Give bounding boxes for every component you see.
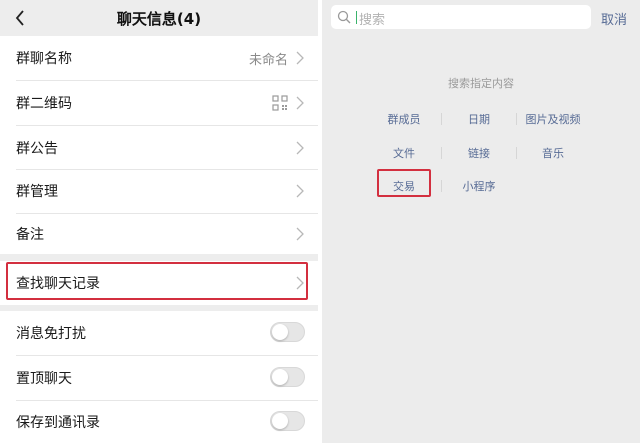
pin-label: 置顶聊天 — [16, 371, 72, 387]
management-row[interactable]: 群管理 — [0, 170, 318, 213]
chevron-right-icon — [296, 96, 304, 110]
category-music[interactable]: 音乐 — [528, 145, 578, 161]
category-links[interactable]: 链接 — [454, 145, 504, 161]
chevron-right-icon — [296, 51, 304, 65]
announcement-label: 群公告 — [16, 141, 58, 157]
mute-label: 消息免打扰 — [16, 326, 86, 342]
category-mini-programs[interactable]: 小程序 — [454, 178, 504, 194]
search-hint: 搜索指定内容 — [448, 77, 514, 90]
search-placeholder: 搜索 — [359, 13, 386, 28]
separator — [441, 147, 442, 159]
search-icon — [337, 10, 351, 24]
toggle-knob — [272, 413, 288, 429]
header: 聊天信息(4) — [0, 0, 318, 36]
qr-code-row[interactable]: 群二维码 — [0, 81, 318, 125]
group-name-row[interactable]: 群聊名称 未命名 — [0, 36, 318, 80]
mute-toggle[interactable] — [270, 322, 305, 342]
chat-info-panel: 聊天信息(4) 群聊名称 未命名 群二维码 群公告 群管理 备注 查找聊天记录 … — [0, 0, 318, 443]
toggle-knob — [272, 324, 288, 340]
pin-toggle[interactable] — [270, 367, 305, 387]
highlight-box — [6, 262, 308, 300]
chevron-right-icon — [296, 227, 304, 241]
save-contacts-toggle[interactable] — [270, 411, 305, 431]
chevron-right-icon — [296, 184, 304, 198]
chevron-right-icon — [296, 141, 304, 155]
save-contacts-label: 保存到通讯录 — [16, 415, 100, 431]
separator — [516, 113, 517, 125]
category-members[interactable]: 群成员 — [379, 111, 429, 127]
qr-code-label: 群二维码 — [16, 96, 72, 112]
remark-label: 备注 — [16, 227, 44, 243]
qr-code-icon — [272, 95, 288, 111]
remark-row[interactable]: 备注 — [0, 214, 318, 254]
group-name-label: 群聊名称 — [16, 51, 72, 67]
category-files[interactable]: 文件 — [379, 145, 429, 161]
search-input[interactable]: 搜索 — [331, 5, 591, 29]
search-panel: 搜索 取消 搜索指定内容 群成员 日期 图片及视频 文件 链接 音乐 交易 小程… — [322, 0, 640, 443]
toggle-knob — [272, 369, 288, 385]
page-title: 聊天信息(4) — [116, 10, 202, 28]
management-label: 群管理 — [16, 184, 58, 200]
separator — [441, 180, 442, 192]
category-date[interactable]: 日期 — [454, 111, 504, 127]
highlight-box — [377, 169, 431, 197]
separator — [516, 147, 517, 159]
pin-row: 置顶聊天 — [0, 356, 318, 400]
text-cursor — [356, 11, 357, 24]
mute-row: 消息免打扰 — [0, 311, 318, 355]
settings-group-toggles: 消息免打扰 置顶聊天 保存到通讯录 — [0, 311, 318, 443]
cancel-button[interactable]: 取消 — [601, 9, 627, 28]
save-contacts-row: 保存到通讯录 — [0, 401, 318, 443]
settings-group-1: 群聊名称 未命名 群二维码 群公告 群管理 备注 — [0, 36, 318, 254]
category-media[interactable]: 图片及视频 — [520, 111, 586, 127]
group-name-value: 未命名 — [248, 53, 288, 68]
announcement-row[interactable]: 群公告 — [0, 126, 318, 170]
separator — [441, 113, 442, 125]
